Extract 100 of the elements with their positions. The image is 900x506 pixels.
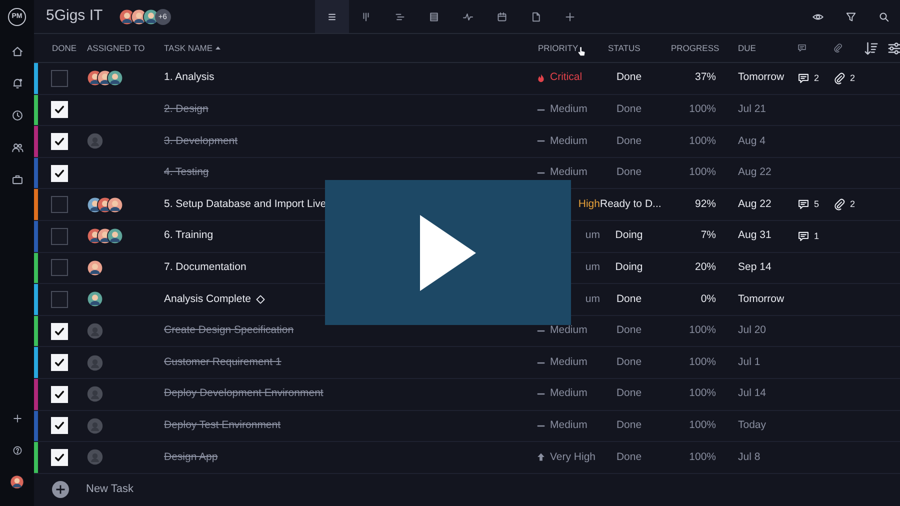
column-header[interactable]: STATUS [608,42,640,54]
priority-label: Medium [550,165,588,180]
play-button[interactable] [325,180,571,325]
due-date: Jul 20 [738,324,766,336]
due-date: Jul 8 [738,450,760,463]
help-icon[interactable] [12,444,22,456]
bell-icon[interactable] [10,76,24,90]
due-date: Jul 14 [738,387,766,400]
sort-icon[interactable] [864,40,879,56]
new-task-label[interactable]: New Task [86,480,134,498]
task-name[interactable]: 7. Documentation [164,260,246,276]
checkbox[interactable] [51,259,68,276]
due-date: Sep 14 [738,260,772,273]
user-avatar[interactable] [10,475,24,489]
status-label: Done [616,450,642,463]
task-name[interactable]: 5. Setup Database and Import Live [164,196,326,213]
progress-value: 100% [689,324,716,336]
check-icon [53,166,66,180]
priority-label: um [585,260,600,275]
checkbox[interactable] [51,70,68,87]
due-date: Aug 22 [738,198,772,210]
status-label: Done [616,418,642,431]
task-name[interactable]: 6. Training [164,228,214,244]
priority-label: Medium [550,102,588,118]
paperclip-icon[interactable] [833,198,846,212]
task-name[interactable]: Analysis Complete [164,292,251,308]
progress-value: 100% [689,166,716,178]
avatar [87,449,103,466]
search-icon[interactable] [878,10,890,22]
avatar [87,291,103,308]
check-icon [53,419,66,432]
task-name[interactable]: Deploy Test Environment [164,418,281,434]
check-icon [53,134,66,148]
comment-icon [797,43,807,53]
priority-label: Medium [550,323,588,338]
status-label: Done [616,166,642,178]
column-header[interactable]: PRIORITY [538,42,578,54]
plus-icon[interactable] [12,412,22,424]
checkbox[interactable] [51,196,68,214]
add-task-button[interactable] [52,480,69,498]
filter-icon[interactable] [844,10,856,22]
people-icon[interactable] [10,140,24,154]
priority-label: Critical [550,70,582,86]
progress-value: 37% [694,71,716,84]
play-icon [420,214,476,290]
home-icon[interactable] [10,44,24,58]
status-label: Doing [615,229,643,242]
column-header[interactable]: ASSIGNED TO [87,42,145,54]
progress-value: 100% [689,134,716,147]
column-header[interactable]: TASK NAME [164,42,212,54]
avatar [87,133,103,150]
progress-value: 100% [689,418,716,431]
comment-icon[interactable] [797,198,810,212]
task-name[interactable]: Deploy Development Environment [164,386,324,402]
column-header[interactable]: DONE [52,42,77,54]
check-icon [53,388,66,401]
comment-icon[interactable] [797,230,810,243]
checkbox[interactable] [51,228,68,245]
pulse-icon [462,10,474,22]
task-name[interactable]: 3. Development [164,134,238,150]
comment-count: 5 [814,198,820,211]
checkbox[interactable] [51,290,68,308]
task-name[interactable]: Customer Requirement 1 [164,354,282,371]
due-date: Aug 4 [738,134,766,147]
attachment-count: 2 [850,198,856,211]
comment-count: 2 [814,72,820,85]
avatar [87,354,103,371]
check-icon [53,450,66,464]
due-date: Tomorrow [738,71,784,84]
task-name[interactable]: 1. Analysis [164,70,214,86]
task-name[interactable]: 2. Design [164,102,208,118]
status-label: Done [616,292,642,305]
avatar [87,386,103,402]
progress-value: 100% [689,356,716,368]
paperclip-icon[interactable] [833,72,846,85]
avatar [107,70,123,86]
task-name[interactable]: Design App [164,450,218,466]
task-name[interactable]: 4. Testing [164,165,209,181]
clock-icon[interactable] [10,108,24,122]
check-icon [53,356,66,370]
priority-label: Medium [550,386,588,402]
column-header[interactable]: PROGRESS [671,42,720,54]
file-icon [530,10,542,22]
avatar [87,260,103,276]
avatar [107,228,123,244]
settings-icon[interactable] [887,40,900,56]
priority-label: Medium [550,134,588,149]
briefcase-icon[interactable] [10,172,24,186]
cursor-icon [576,46,588,56]
column-header[interactable]: DUE [738,42,756,54]
comment-icon[interactable] [797,72,810,85]
progress-value: 7% [700,229,716,242]
due-date: Aug 31 [738,229,772,242]
task-name[interactable]: Create Design Specification [164,323,294,339]
calendar-icon [496,10,508,22]
due-date: Tomorrow [738,292,784,305]
status-label: Done [616,71,642,84]
table-icon [428,10,440,22]
progress-value: 92% [694,198,716,210]
project-title: 5Gigs IT [46,6,103,26]
